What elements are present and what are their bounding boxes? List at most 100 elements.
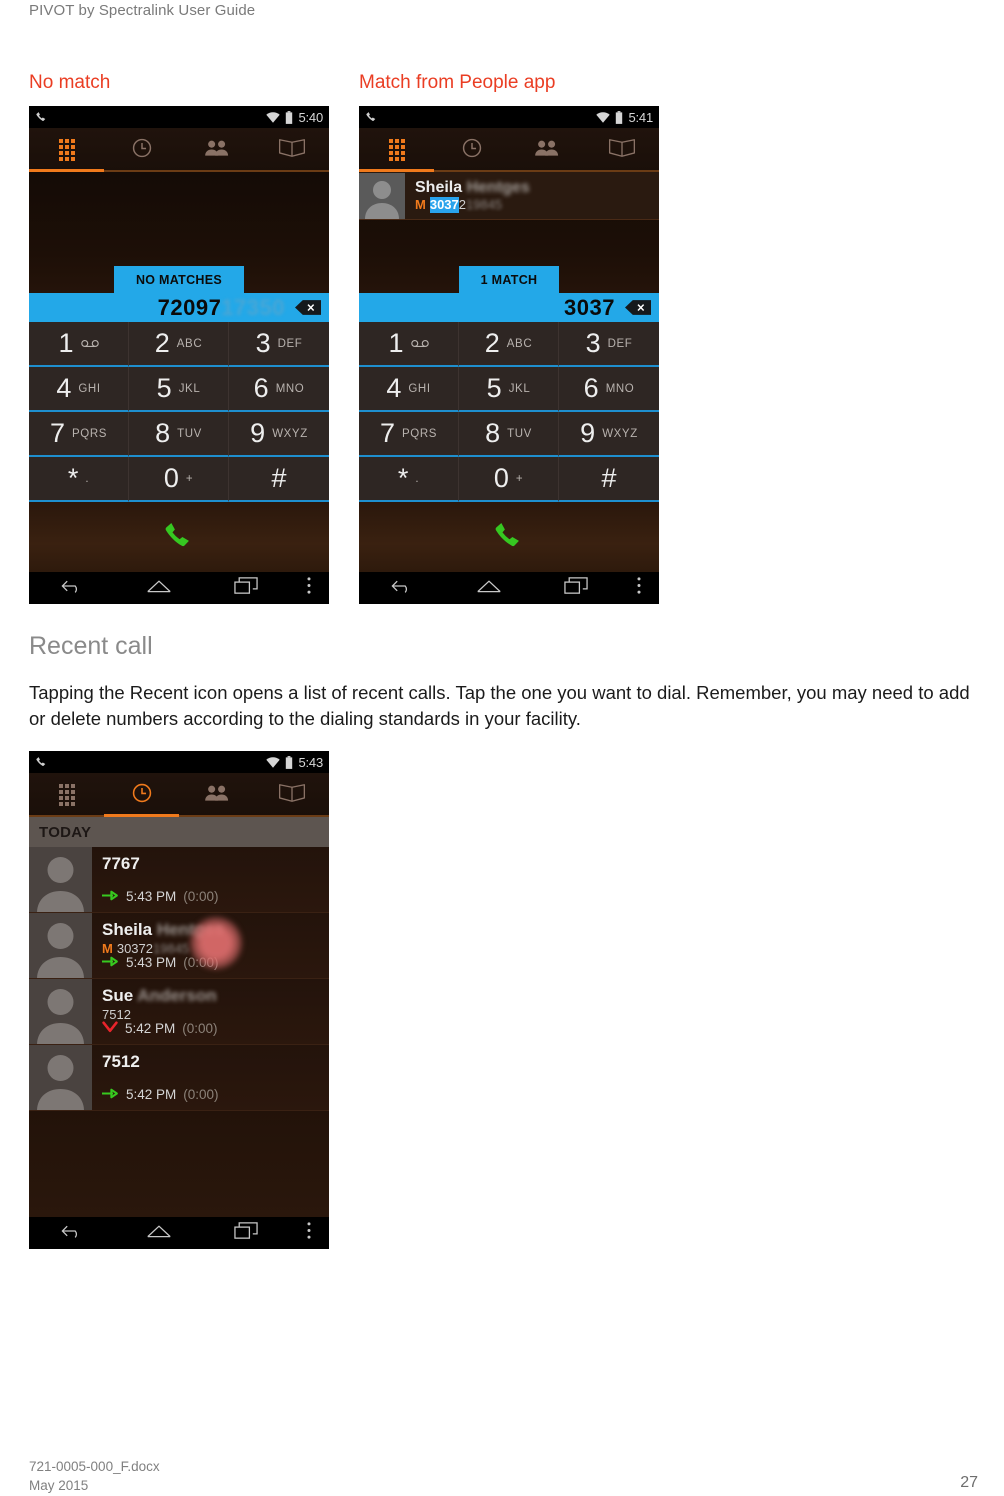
- dial-number-field[interactable]: 3037: [359, 293, 659, 322]
- avatar: [29, 979, 92, 1044]
- tab-recents[interactable]: [104, 773, 179, 817]
- wifi-icon: [266, 756, 281, 768]
- tab-keypad[interactable]: [359, 128, 434, 172]
- recent-call-time-row: 5:42 PM (0:00): [102, 1021, 218, 1036]
- key-hash[interactable]: #: [229, 457, 329, 502]
- call-button-bar[interactable]: [29, 502, 329, 572]
- android-nav-bar: [359, 572, 659, 604]
- key-0[interactable]: 0 +: [459, 457, 559, 502]
- keypad-grid-icon: [388, 139, 405, 161]
- status-bar-left: [35, 111, 48, 124]
- tab-directory[interactable]: [254, 128, 329, 172]
- status-bar-left: [365, 111, 378, 124]
- list-item[interactable]: Sheila Hentges M 30372 19845 5:43 PM (0:00…: [29, 913, 329, 979]
- key-8[interactable]: 8 TUV: [459, 412, 559, 457]
- matched-contact-row[interactable]: Sheila Hentges M 3037 2 19845: [359, 172, 659, 220]
- list-item[interactable]: 7512 5:42 PM (0:00): [29, 1045, 329, 1111]
- backspace-icon[interactable]: [295, 300, 321, 315]
- match-badge-row: 1 MATCH: [359, 266, 659, 293]
- recent-call-duration: (0:00): [183, 889, 219, 904]
- key-4[interactable]: 4 GHI: [359, 367, 459, 412]
- number-highlight: 3037: [429, 196, 459, 213]
- key-9[interactable]: 9 WXYZ: [559, 412, 659, 457]
- list-item[interactable]: 7767 5:43 PM (0:00): [29, 847, 329, 913]
- key-6[interactable]: 6 MNO: [559, 367, 659, 412]
- battery-icon: [285, 110, 293, 124]
- key-star[interactable]: *.: [359, 457, 459, 502]
- back-button[interactable]: [29, 1223, 116, 1244]
- tab-directory[interactable]: [254, 773, 329, 817]
- section-body-text: Tapping the Recent icon opens a list of …: [29, 682, 970, 729]
- key-star[interactable]: *.: [29, 457, 129, 502]
- key-3[interactable]: 3 DEF: [229, 322, 329, 367]
- tab-recents[interactable]: [434, 128, 509, 172]
- tab-bar: [29, 773, 329, 817]
- key-0[interactable]: 0 +: [129, 457, 229, 502]
- home-button[interactable]: [446, 578, 533, 599]
- tab-recents[interactable]: [104, 128, 179, 172]
- phone-screenshot-recents: 5:43 TODAY 7767 5:43 PM (0:00) Sheila He…: [29, 751, 329, 1249]
- number-type-label: M: [415, 196, 426, 212]
- key-6[interactable]: 6 MNO: [229, 367, 329, 412]
- key-2[interactable]: 2 ABC: [459, 322, 559, 367]
- key-4[interactable]: 4 GHI: [29, 367, 129, 412]
- document-page: PIVOT by Spectralink User Guide No match…: [0, 0, 1004, 1496]
- figure-caption-match: Match from People app: [359, 72, 556, 93]
- people-icon: [204, 139, 230, 162]
- recent-call-time-row: 5:43 PM (0:00): [102, 955, 219, 970]
- tab-keypad[interactable]: [29, 773, 104, 817]
- dial-keypad: 1 2 ABC 3 DEF 4 GHI 5 JKL 6 MNO 7 PQRS 8 TUV 9W…: [29, 322, 329, 502]
- tab-contacts[interactable]: [179, 773, 254, 817]
- key-7[interactable]: 7 PQRS: [29, 412, 129, 457]
- dial-number-field[interactable]: 7209717350: [29, 293, 329, 322]
- key-7[interactable]: 7 PQRS: [359, 412, 459, 457]
- recent-call-duration: (0:00): [183, 955, 219, 970]
- call-icon[interactable]: [162, 520, 196, 554]
- back-button[interactable]: [359, 578, 446, 599]
- tab-keypad[interactable]: [29, 128, 104, 172]
- page-title: Recent call: [29, 632, 153, 660]
- keypad-grid-icon: [58, 139, 75, 161]
- home-button[interactable]: [116, 1223, 203, 1244]
- home-button[interactable]: [116, 578, 203, 599]
- handset-icon: [365, 111, 378, 124]
- match-count-badge: NO MATCHES: [113, 266, 245, 293]
- tab-contacts[interactable]: [509, 128, 584, 172]
- key-8[interactable]: 8 TUV: [129, 412, 229, 457]
- key-hash[interactable]: #: [559, 457, 659, 502]
- matched-contact-lastname-blurred: Hentges: [466, 178, 530, 196]
- list-item-body: 7767 5:43 PM (0:00): [92, 847, 329, 912]
- key-5[interactable]: 5 JKL: [459, 367, 559, 412]
- recent-call-time: 5:43 PM: [126, 889, 177, 904]
- matched-contact-number: M 3037 2 19845: [415, 196, 503, 213]
- overflow-menu-button[interactable]: [289, 1222, 329, 1244]
- outgoing-call-icon: [102, 955, 119, 970]
- figure-caption-no-match: No match: [29, 72, 111, 93]
- recent-apps-button[interactable]: [202, 1222, 289, 1244]
- key-2[interactable]: 2 ABC: [129, 322, 229, 367]
- recent-call-time-row: 5:42 PM (0:00): [102, 1087, 219, 1102]
- android-nav-bar: [29, 1217, 329, 1249]
- recent-apps-button[interactable]: [202, 577, 289, 599]
- recent-apps-button[interactable]: [532, 577, 619, 599]
- tab-contacts[interactable]: [179, 128, 254, 172]
- backspace-icon[interactable]: [625, 300, 651, 315]
- overflow-menu-button[interactable]: [289, 577, 329, 599]
- list-item-body: Sue Anderson 7512 5:42 PM (0:00): [92, 979, 329, 1044]
- call-button-bar[interactable]: [359, 502, 659, 572]
- dialed-number-blurred: 17350: [221, 294, 285, 320]
- back-button[interactable]: [29, 578, 116, 599]
- key-1[interactable]: 1: [29, 322, 129, 367]
- recent-call-time-row: 5:43 PM (0:00): [102, 889, 219, 904]
- key-5[interactable]: 5 JKL: [129, 367, 229, 412]
- dialer-content-area: NO MATCHES 7209717350: [29, 172, 329, 322]
- tab-directory[interactable]: [584, 128, 659, 172]
- matched-contact-info: Sheila Hentges M 3037 2 19845: [405, 179, 530, 213]
- match-count-badge: 1 MATCH: [458, 266, 560, 293]
- call-icon[interactable]: [492, 520, 526, 554]
- overflow-menu-button[interactable]: [619, 577, 659, 599]
- key-9[interactable]: 9 WXYZ: [229, 412, 329, 457]
- list-item[interactable]: Sue Anderson 7512 5:42 PM (0:00): [29, 979, 329, 1045]
- key-1[interactable]: 1: [359, 322, 459, 367]
- key-3[interactable]: 3 DEF: [559, 322, 659, 367]
